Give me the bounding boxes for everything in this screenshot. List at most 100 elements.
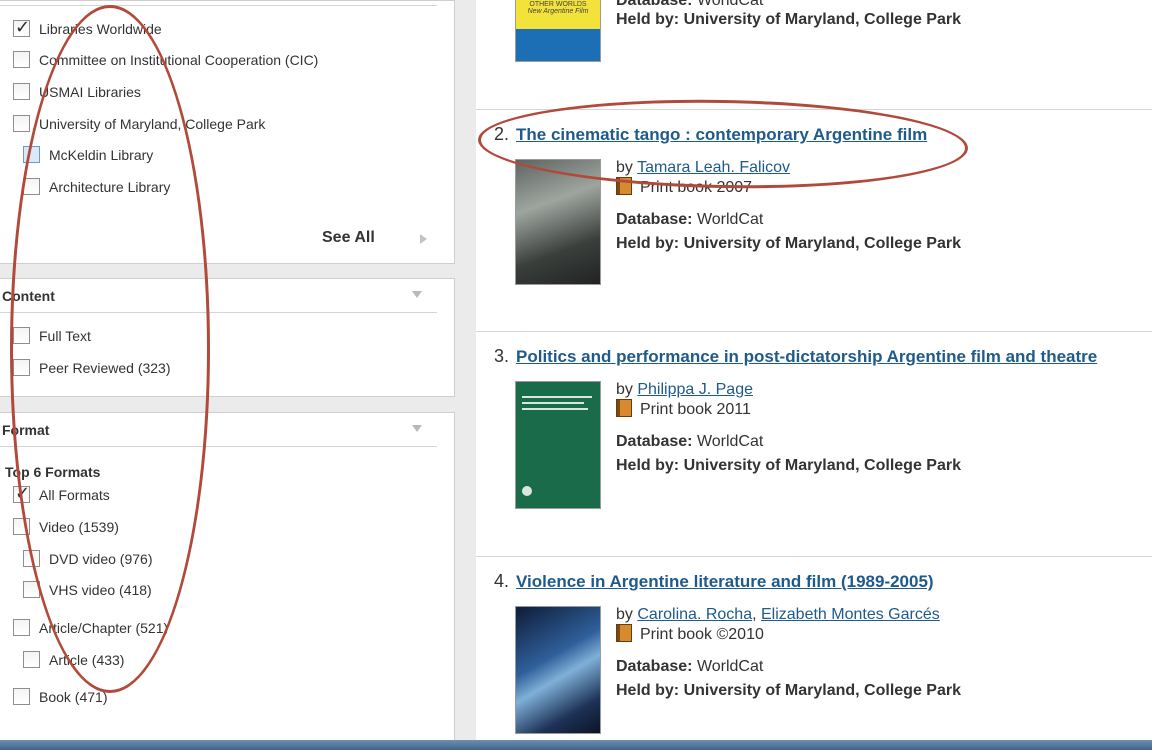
divider <box>0 312 437 313</box>
checkbox[interactable] <box>23 146 40 163</box>
filter-book[interactable]: Book (471) <box>13 688 107 705</box>
filter-label: Peer Reviewed (323) <box>39 359 171 376</box>
content-filter-panel: Content Full Text Peer Reviewed (323) <box>0 278 455 397</box>
database-label: Database: <box>616 433 693 450</box>
filter-video[interactable]: Video (1539) <box>13 518 119 535</box>
database-label: Database: <box>616 658 693 675</box>
checkbox[interactable] <box>13 51 30 68</box>
print-book-icon <box>616 399 632 417</box>
collapse-triangle-icon[interactable] <box>412 425 422 432</box>
chevron-right-icon[interactable] <box>420 234 427 244</box>
filter-libraries-worldwide[interactable]: Libraries Worldwide <box>13 17 162 38</box>
author-link[interactable]: Carolina. Rocha <box>637 606 752 623</box>
library-filter-panel: Libraries Worldwide Committee on Institu… <box>0 0 455 264</box>
checkbox[interactable] <box>13 359 30 376</box>
divider <box>0 5 437 6</box>
author-link[interactable]: Elizabeth Montes Garcés <box>761 606 940 623</box>
result-number: 3. <box>494 346 510 366</box>
book-cover-image[interactable] <box>515 159 601 285</box>
by-label: by <box>616 606 633 623</box>
cover-text-line: New Argentine Film <box>527 8 589 15</box>
filter-sidebar: Libraries Worldwide Committee on Institu… <box>0 0 476 742</box>
filter-label: All Formats <box>39 486 110 503</box>
by-label: by <box>616 381 633 398</box>
result-number: 4. <box>494 571 510 591</box>
checkbox[interactable] <box>13 619 30 636</box>
filter-peer-reviewed[interactable]: Peer Reviewed (323) <box>13 359 171 376</box>
author-link[interactable]: Tamara Leah. Falicov <box>637 159 790 176</box>
author-link[interactable]: Philippa J. Page <box>637 381 753 398</box>
held-by-line: Held by: University of Maryland, College… <box>616 235 961 252</box>
checkbox[interactable] <box>13 115 30 132</box>
top-formats-heading: Top 6 Formats <box>5 464 101 480</box>
panel-title-content: Content <box>2 288 55 304</box>
held-by-line: Held by: University of Maryland, College… <box>616 682 961 699</box>
format-label: Print book 2011 <box>640 401 751 418</box>
database-line: Database: WorldCat <box>616 658 763 676</box>
book-cover-image[interactable] <box>515 606 601 734</box>
checkbox[interactable] <box>13 327 30 344</box>
filter-label: DVD video (976) <box>49 550 153 567</box>
collapse-triangle-icon[interactable] <box>412 291 422 298</box>
database-line: Database: WorldCat <box>616 211 763 229</box>
filter-architecture-library[interactable]: Architecture Library <box>23 178 170 195</box>
filter-full-text[interactable]: Full Text <box>13 327 91 344</box>
filter-label: Article/Chapter (521) <box>39 619 169 636</box>
checkbox[interactable] <box>13 83 30 100</box>
checkbox[interactable] <box>23 581 40 598</box>
filter-label: Committee on Institutional Cooperation (… <box>39 51 319 68</box>
cover-line <box>522 396 592 398</box>
filter-label: Architecture Library <box>49 178 171 195</box>
filter-article-chapter[interactable]: Article/Chapter (521) <box>13 619 168 636</box>
filter-label: McKeldin Library <box>49 146 154 163</box>
filter-label: USMAI Libraries <box>39 83 141 100</box>
filter-dvd-video[interactable]: DVD video (976) <box>23 550 153 567</box>
filter-all-formats[interactable]: All Formats <box>13 483 110 504</box>
filter-label: University of Maryland, College Park <box>39 115 266 132</box>
book-cover-image[interactable] <box>515 381 601 509</box>
print-book-icon <box>616 177 632 195</box>
database-line: Database: WorldCat <box>616 433 763 451</box>
database-value: WorldCat <box>696 433 764 450</box>
by-label: by <box>616 159 633 176</box>
cover-line <box>522 408 588 410</box>
checkbox[interactable] <box>13 17 30 38</box>
checkbox[interactable] <box>13 688 30 705</box>
checkbox[interactable] <box>23 550 40 567</box>
checkbox[interactable] <box>23 651 40 668</box>
filter-label: Video (1539) <box>39 518 119 535</box>
print-book-icon <box>616 624 632 642</box>
filter-cic[interactable]: Committee on Institutional Cooperation (… <box>13 51 318 68</box>
taskbar <box>0 740 1152 750</box>
book-cover-image[interactable]: OTHER WORLDS New Argentine Film <box>515 0 601 62</box>
database-label: Database: <box>616 211 693 228</box>
format-line: Print book ©2010 <box>616 624 764 644</box>
divider <box>0 446 437 447</box>
cover-text-line: OTHER WORLDS <box>529 1 587 8</box>
result-divider <box>476 556 1152 557</box>
checkbox[interactable] <box>13 518 30 535</box>
filter-label: Book (471) <box>39 688 108 705</box>
result-title-link[interactable]: Violence in Argentine literature and fil… <box>516 572 934 592</box>
filter-umd-college-park[interactable]: University of Maryland, College Park <box>13 115 265 132</box>
publisher-logo-icon <box>522 486 532 496</box>
checkbox[interactable] <box>23 178 40 195</box>
panel-title-format: Format <box>2 422 50 438</box>
filter-mckeldin-library[interactable]: McKeldin Library <box>23 146 153 163</box>
checkbox[interactable] <box>13 483 30 504</box>
cover-band <box>516 29 600 61</box>
author-line: by Tamara Leah. Falicov <box>616 159 790 177</box>
filter-usmai[interactable]: USMAI Libraries <box>13 83 141 100</box>
author-line: by Philippa J. Page <box>616 381 753 399</box>
format-label: Print book 2007 <box>640 179 753 196</box>
result-divider <box>476 331 1152 332</box>
filter-label: Libraries Worldwide <box>39 20 162 37</box>
filter-article[interactable]: Article (433) <box>23 651 124 668</box>
filter-vhs-video[interactable]: VHS video (418) <box>23 581 152 598</box>
result-title-link[interactable]: Politics and performance in post-dictato… <box>516 347 1097 367</box>
database-value: WorldCat <box>696 0 764 9</box>
held-by-line: Held by: University of Maryland, College… <box>616 457 961 474</box>
result-title-link[interactable]: The cinematic tango : contemporary Argen… <box>516 125 927 145</box>
format-line: Print book 2011 <box>616 399 751 419</box>
see-all-link[interactable]: See All <box>322 229 375 247</box>
